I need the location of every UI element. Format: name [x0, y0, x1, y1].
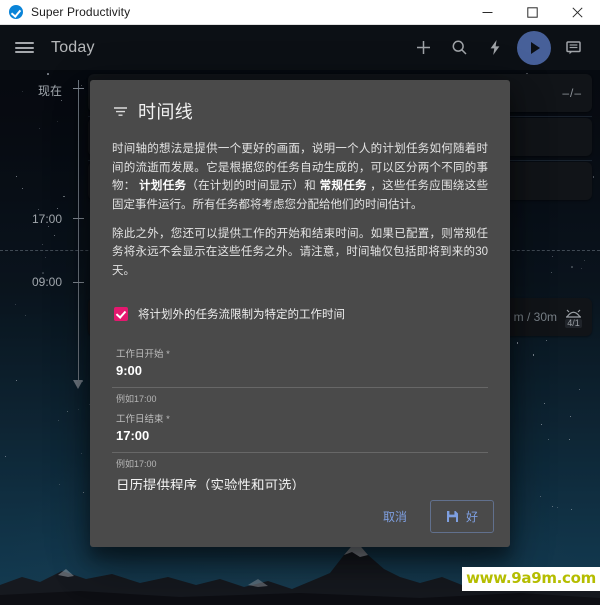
work-hours-checkbox-row[interactable]: 将计划外的任务流限制为特定的工作时间	[114, 306, 488, 322]
save-button-label: 好	[465, 510, 478, 524]
dialog-paragraph-2: 除此之外，您还可以提供工作的开始和结束时间。如果已配置，则常规任务将永远不会显示…	[112, 227, 488, 277]
save-disk-icon	[446, 511, 458, 522]
dialog-header: 时间线	[90, 80, 510, 128]
app-window: 现在 17:00 09:00 –/– m / 30m 4/1 Today 时间线…	[0, 0, 600, 605]
timeline-settings-dialog: 时间线 时间轴的想法是提供一个更好的画面，说明一个人的计划任务如何随着时间的流逝…	[90, 80, 510, 547]
workday-start-label: 工作日开始 *	[116, 349, 170, 361]
minimize-button[interactable]	[465, 0, 510, 25]
window-titlebar: Super Productivity	[0, 0, 600, 25]
filter-lines-icon	[114, 106, 127, 116]
work-hours-checkbox[interactable]	[114, 307, 128, 322]
dialog-footer: 取消 好	[90, 490, 510, 547]
check-circle-icon	[9, 5, 23, 19]
maximize-button[interactable]	[510, 0, 555, 25]
workday-start-field[interactable]: 工作日开始 * 9:00	[112, 340, 488, 389]
window-title: Super Productivity	[31, 5, 131, 19]
para1-bold-regular: 常规任务	[319, 180, 367, 193]
close-button[interactable]	[555, 0, 600, 25]
workday-end-hint: 例如17:00	[116, 459, 157, 470]
watermark: www.9a9m.com	[462, 567, 600, 591]
workday-start-value[interactable]: 9:00	[116, 363, 484, 383]
para1-bold-planned: 计划任务	[139, 180, 187, 193]
dialog-title: 时间线	[138, 102, 194, 122]
window-controls	[465, 0, 600, 25]
workday-end-label: 工作日结束 *	[116, 414, 170, 426]
para1-mid: （在计划的时间显示）和	[186, 180, 320, 193]
workday-start-hint: 例如17:00	[116, 394, 157, 405]
dialog-paragraph-1: 时间轴的想法是提供一个更好的画面，说明一个人的计划任务如何随着时间的流逝而发展。…	[112, 140, 488, 215]
workday-end-value[interactable]: 17:00	[116, 428, 484, 448]
calendar-provider-title: 日历提供程序（实验性和可选）	[116, 478, 305, 490]
workday-end-field[interactable]: 工作日结束 * 17:00	[112, 405, 488, 454]
dialog-body: 时间轴的想法是提供一个更好的画面，说明一个人的计划任务如何随着时间的流逝而发展。…	[90, 128, 510, 490]
work-hours-checkbox-label: 将计划外的任务流限制为特定的工作时间	[138, 309, 345, 322]
save-button[interactable]: 好	[429, 500, 494, 533]
watermark-text: www.9a9m.com	[466, 569, 596, 587]
cancel-button[interactable]: 取消	[370, 501, 420, 532]
